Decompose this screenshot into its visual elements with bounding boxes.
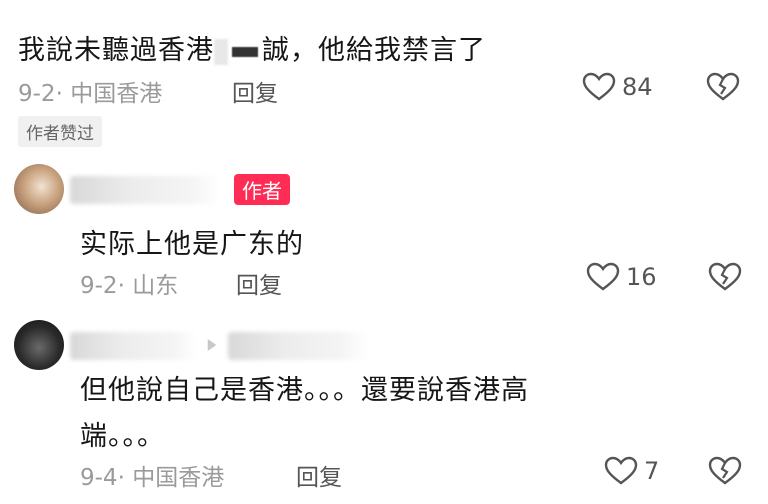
comment-date: 9-2 [18,81,56,107]
heart-outline-icon [604,456,638,485]
comment-2-text: 实际上他是广东的 [80,229,304,260]
like-count: 84 [622,73,653,101]
comment-1-text: 我說未聽過香港 誠，他給我禁言了 [18,35,486,66]
comment-2: 作者 实际上他是广东的 9-2· 山东 回复 16 [0,150,768,310]
like-count: 7 [644,457,660,485]
comment-3-text-line-1: 但他說自己是香港。。。還要說香港高 [80,375,529,406]
heart-outline-icon [586,262,620,291]
reply-button[interactable]: 回复 [296,458,342,492]
censored-text [214,38,228,65]
comment-3-meta: 9-4· 中国香港 [80,465,225,491]
reply-arrow-icon [207,339,217,351]
comment-location: 山东 [132,273,179,299]
avatar[interactable] [14,320,64,370]
comment-3-text-line-2: 端。。。 [80,421,165,452]
broken-heart-icon[interactable] [708,456,742,486]
like-count: 16 [626,263,657,291]
like-button[interactable]: 84 [582,72,653,102]
reply-to-username-blurred[interactable] [228,332,368,360]
comment-date: 9-2 [80,273,118,299]
broken-heart-icon[interactable] [706,72,740,102]
like-button[interactable]: 16 [586,262,657,292]
comment-location: 中国香港 [132,465,225,491]
comment-1: 我說未聽過香港 誠，他給我禁言了 9-2· 中国香港 回复 84 作者赞过 [0,0,768,150]
reply-button[interactable]: 回复 [232,74,278,108]
liked-by-author-badge: 作者赞过 [18,116,102,147]
comment-date: 9-4 [80,465,118,491]
username-blurred[interactable] [70,332,198,360]
comment-1-meta: 9-2· 中国香港 [18,81,163,107]
heart-outline-icon [582,72,616,101]
comment-2-meta: 9-2· 山东 [80,273,179,299]
author-tag: 作者 [234,174,290,205]
like-button[interactable]: 7 [604,456,659,486]
reply-button[interactable]: 回复 [236,266,282,300]
avatar[interactable] [14,164,64,214]
username-blurred[interactable] [70,176,220,204]
broken-heart-icon[interactable] [708,262,742,292]
censored-text [232,46,258,57]
comment-location: 中国香港 [70,81,163,107]
comment-3: 但他說自己是香港。。。還要說香港高 端。。。 9-4· 中国香港 回复 7 [0,310,768,504]
